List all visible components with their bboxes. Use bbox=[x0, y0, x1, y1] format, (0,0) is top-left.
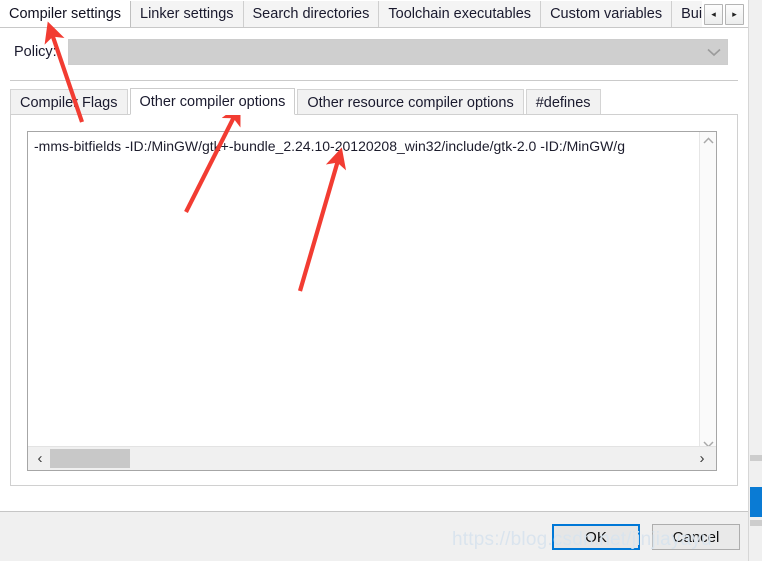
editor-horizontal-scrollbar[interactable]: ‹ › bbox=[28, 446, 716, 470]
tab-other-resource-compiler-options[interactable]: Other resource compiler options bbox=[297, 89, 524, 115]
editor-vertical-scrollbar[interactable] bbox=[699, 132, 716, 453]
tab-scroll-right-icon[interactable]: ▸ bbox=[725, 4, 745, 25]
scroll-right-icon[interactable]: › bbox=[692, 447, 712, 470]
inner-tabstrip: Compiler Flags Other compiler options Ot… bbox=[10, 88, 738, 115]
tab-compiler-settings[interactable]: Compiler settings bbox=[0, 1, 132, 28]
scroll-left-icon[interactable]: ‹ bbox=[30, 447, 50, 470]
page-scrollbar-thumb[interactable] bbox=[750, 487, 762, 517]
watermark: https://blog.csdn.net/jinjiayayu bbox=[452, 529, 712, 550]
compiler-settings-panel: Policy: Compiler Flags Other compiler op… bbox=[0, 27, 748, 504]
policy-row: Policy: bbox=[0, 39, 748, 69]
tab-scroll-left-icon[interactable]: ◂ bbox=[704, 4, 724, 25]
policy-label: Policy: bbox=[14, 44, 57, 60]
tab-build-options[interactable]: Bui bbox=[672, 1, 703, 28]
horizontal-scrollbar-thumb[interactable] bbox=[50, 449, 130, 468]
compiler-settings-dialog: Compiler settings Linker settings Search… bbox=[0, 0, 762, 561]
tab-search-directories[interactable]: Search directories bbox=[243, 1, 380, 28]
page-scrollbar-segment bbox=[750, 520, 762, 526]
other-compiler-options-page: -mms-bitfields -ID:/MinGW/gtk+-bundle_2.… bbox=[10, 114, 738, 486]
tab-linker-settings[interactable]: Linker settings bbox=[131, 1, 244, 28]
tab-compiler-flags[interactable]: Compiler Flags bbox=[10, 89, 128, 115]
policy-combobox[interactable] bbox=[68, 39, 728, 65]
outer-tabstrip: Compiler settings Linker settings Search… bbox=[0, 0, 748, 28]
page-scrollbar-segment bbox=[750, 455, 762, 461]
compiler-options-editor[interactable]: -mms-bitfields -ID:/MinGW/gtk+-bundle_2.… bbox=[27, 131, 717, 471]
tab-defines[interactable]: #defines bbox=[525, 89, 601, 115]
page-scrollbar[interactable] bbox=[748, 0, 762, 561]
chevron-down-icon bbox=[701, 48, 727, 57]
tab-custom-variables[interactable]: Custom variables bbox=[541, 1, 673, 28]
section-divider bbox=[10, 80, 738, 81]
tab-scroll-controls: ◂ ▸ bbox=[703, 1, 745, 28]
scroll-up-icon[interactable] bbox=[700, 132, 717, 149]
tab-toolchain-executables[interactable]: Toolchain executables bbox=[379, 1, 542, 28]
tab-other-compiler-options[interactable]: Other compiler options bbox=[129, 88, 296, 115]
compiler-options-text[interactable]: -mms-bitfields -ID:/MinGW/gtk+-bundle_2.… bbox=[34, 137, 696, 156]
